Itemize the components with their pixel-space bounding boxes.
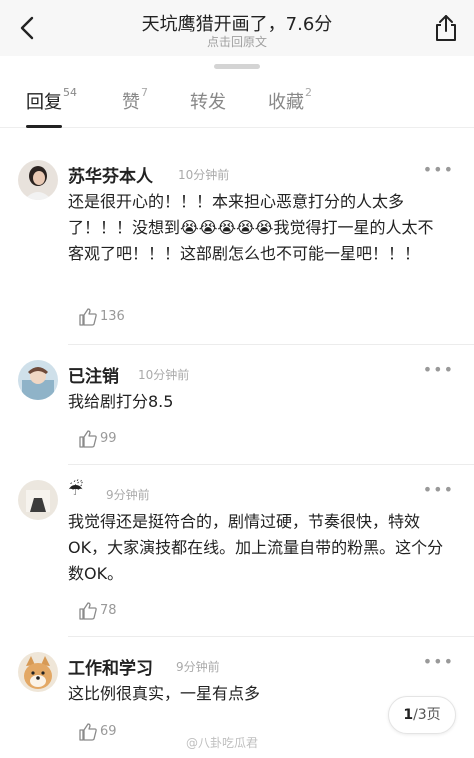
thumbs-up-icon (79, 430, 97, 448)
divider (68, 464, 474, 465)
comment-text: 还是很开心的！！！本来担心恶意打分的人太多了！！！没想到😭😭😭😭😭我觉得打一星的… (68, 192, 434, 263)
watermark: @八卦吃瓜君 (186, 736, 259, 750)
more-options-icon[interactable]: ••• (423, 160, 454, 179)
comment-text: 我给剧打分8.5 (68, 392, 174, 411)
tab-favorites[interactable]: 收藏2 (268, 86, 312, 114)
more-options-icon[interactable]: ••• (423, 480, 454, 499)
more-options-icon[interactable]: ••• (423, 652, 454, 671)
like-count: 69 (100, 724, 117, 739)
tab-reposts[interactable]: 转发 (190, 88, 227, 114)
active-tab-indicator (26, 125, 62, 128)
back-to-original-link[interactable]: 点击回原文 (0, 33, 474, 50)
like-count: 99 (100, 431, 117, 446)
thumbs-up-icon (79, 602, 97, 620)
like-count: 136 (100, 309, 125, 324)
comment-author[interactable]: 苏华芬本人 (68, 162, 153, 187)
comment-time: 9分钟前 (176, 660, 220, 674)
comment-text: 我觉得还是挺符合的，剧情过硬，节奏很快，特效OK，大家演技都在线。加上流量自带的… (68, 512, 444, 583)
avatar[interactable] (18, 480, 58, 520)
comment-text: 这比例很真实，一星有点多 (68, 684, 261, 703)
comment-time: 10分钟前 (138, 368, 190, 382)
tab-bar: 回复54 赞7 转发 收藏2 (0, 80, 474, 128)
share-icon[interactable] (432, 13, 460, 43)
like-count: 78 (100, 603, 117, 618)
avatar[interactable] (18, 652, 58, 692)
page-indicator[interactable]: 1/3页 (388, 696, 456, 734)
drag-handle[interactable] (214, 64, 260, 69)
tab-replies[interactable]: 回复54 (26, 86, 77, 114)
comment-time: 10分钟前 (178, 168, 230, 182)
thumbs-up-icon (79, 308, 97, 326)
divider (68, 344, 474, 345)
comment-author[interactable]: ☔ (68, 480, 83, 500)
avatar[interactable] (18, 160, 58, 200)
thumbs-up-icon (79, 723, 97, 741)
comment-time: 9分钟前 (106, 488, 150, 502)
more-options-icon[interactable]: ••• (423, 360, 454, 379)
tab-likes[interactable]: 赞7 (122, 86, 148, 114)
comment-author[interactable]: 已注销 (68, 362, 119, 387)
avatar[interactable] (18, 360, 58, 400)
divider (68, 636, 474, 637)
comment-author[interactable]: 工作和学习 (68, 654, 153, 679)
top-bar: 天坑鹰猎开画了，7.6分 点击回原文 (0, 0, 474, 56)
